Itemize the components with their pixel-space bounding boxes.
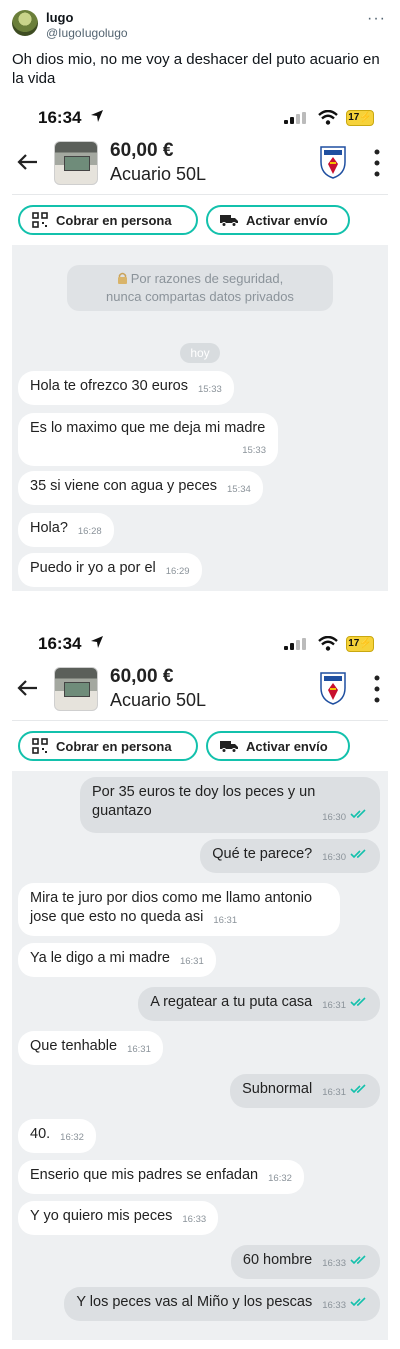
cobrar-label: Cobrar en persona xyxy=(56,212,172,228)
read-receipt-icon xyxy=(350,849,366,859)
message-received[interactable]: Hola te ofrezco 30 euros 15:33 xyxy=(18,371,234,405)
message-received[interactable]: Hola? 16:28 xyxy=(18,513,114,547)
message-received[interactable]: Ya le digo a mi madre 16:31 xyxy=(18,943,216,977)
tweet-text: Oh dios mio, no me voy a deshacer del pu… xyxy=(12,51,380,87)
listing-thumbnail[interactable] xyxy=(54,141,98,185)
listing-thumbnail[interactable] xyxy=(54,667,98,711)
message-received[interactable]: 40. 16:32 xyxy=(18,1119,96,1153)
status-bar: 16:34 17⚡ xyxy=(12,104,388,134)
message-received[interactable]: Es lo maximo que me deja mi madre 15:33 xyxy=(18,413,278,466)
listing-title: Acuario 50L xyxy=(110,690,207,710)
chat-area-1[interactable]: Por razones de seguridad, nunca comparta… xyxy=(12,245,388,591)
more-options-icon[interactable]: ··· xyxy=(367,10,386,28)
read-receipt-icon xyxy=(350,997,366,1007)
screenshot-1: 16:34 17⚡ 60,00 € Acuario 50L Cobrar en … xyxy=(12,104,388,591)
listing-header: 60,00 € Acuario 50L xyxy=(12,134,388,194)
action-bar: Cobrar en persona Activar envío xyxy=(12,721,388,771)
kebab-menu-icon[interactable] xyxy=(372,148,382,178)
read-receipt-icon xyxy=(350,1255,366,1265)
message-received[interactable]: Enserio que mis padres se enfadan 16:32 xyxy=(18,1160,304,1194)
message-received[interactable]: Puedo ir yo a por el 16:29 xyxy=(18,553,202,587)
security-notice: Por razones de seguridad, nunca comparta… xyxy=(67,265,333,311)
battery-icon: 17⚡ xyxy=(346,636,374,652)
message-sent[interactable]: A regatear a tu puta casa 16:31 xyxy=(138,987,380,1021)
listing-header: 60,00 € Acuario 50L xyxy=(12,660,388,720)
truck-icon xyxy=(220,741,238,753)
status-time: 16:34 xyxy=(38,634,82,653)
activar-envio-button[interactable]: Activar envío xyxy=(206,205,350,235)
back-arrow-icon[interactable] xyxy=(16,150,40,174)
activar-envio-button[interactable]: Activar envío xyxy=(206,731,350,761)
day-separator: hoy xyxy=(180,343,220,363)
battery-icon: 17⚡ xyxy=(346,110,374,126)
battery-level: 17 xyxy=(348,638,360,649)
read-receipt-icon xyxy=(350,809,366,819)
message-sent[interactable]: Qué te parece? 16:30 xyxy=(200,839,380,873)
tweet-header: lugo @IugoIugolugo ··· xyxy=(12,8,388,42)
location-arrow-icon xyxy=(91,636,103,648)
signal-icon xyxy=(284,638,306,650)
qr-code-icon xyxy=(32,738,48,754)
qr-code-icon xyxy=(32,212,48,228)
screenshot-2: 16:34 17⚡ 60,00 € Acuario 50L Cobrar en … xyxy=(12,630,388,1340)
signal-icon xyxy=(284,112,306,124)
read-receipt-icon xyxy=(350,1297,366,1307)
author-handle[interactable]: @IugoIugolugo xyxy=(46,26,128,40)
message-sent[interactable]: Y los peces vas al Miño y los pescas 16:3… xyxy=(64,1287,380,1321)
message-sent[interactable]: Subnormal 16:31 xyxy=(230,1074,380,1108)
read-receipt-icon xyxy=(350,1084,366,1094)
seller-crest-icon[interactable] xyxy=(318,670,348,706)
wifi-icon xyxy=(318,110,338,125)
status-time: 16:34 xyxy=(38,108,82,127)
avatar[interactable] xyxy=(12,10,38,36)
message-sent[interactable]: 60 hombre 16:33 xyxy=(230,1245,380,1279)
cobrar-label: Cobrar en persona xyxy=(56,738,172,754)
message-sent[interactable]: Por 35 euros te doy los peces y un guant… xyxy=(80,777,380,833)
cobrar-en-persona-button[interactable]: Cobrar en persona xyxy=(18,731,198,761)
message-received[interactable]: Y yo quiero mis peces 16:33 xyxy=(18,1201,219,1235)
envio-label: Activar envío xyxy=(246,738,328,754)
battery-level: 17 xyxy=(348,112,360,123)
message-received[interactable]: 35 si viene con agua y peces 15:34 xyxy=(18,471,263,505)
kebab-menu-icon[interactable] xyxy=(372,674,382,704)
message-received[interactable]: Que tenhable 16:31 xyxy=(18,1031,163,1065)
cobrar-en-persona-button[interactable]: Cobrar en persona xyxy=(18,205,198,235)
envio-label: Activar envío xyxy=(246,212,328,228)
chat-area-2[interactable]: Por 35 euros te doy los peces y un guant… xyxy=(12,771,388,1340)
message-received[interactable]: Mira te juro por dios como me llamo anto… xyxy=(18,883,340,936)
truck-icon xyxy=(220,215,238,227)
location-arrow-icon xyxy=(91,110,103,122)
listing-price: 60,00 € xyxy=(110,666,174,687)
back-arrow-icon[interactable] xyxy=(16,676,40,700)
action-bar: Cobrar en persona Activar envío xyxy=(12,195,388,245)
status-bar: 16:34 17⚡ xyxy=(12,630,388,660)
lock-icon xyxy=(117,272,127,284)
seller-crest-icon[interactable] xyxy=(318,144,348,180)
wifi-icon xyxy=(318,636,338,651)
listing-price: 60,00 € xyxy=(110,140,174,161)
author-name[interactable]: lugo xyxy=(46,10,73,25)
listing-title: Acuario 50L xyxy=(110,164,207,184)
